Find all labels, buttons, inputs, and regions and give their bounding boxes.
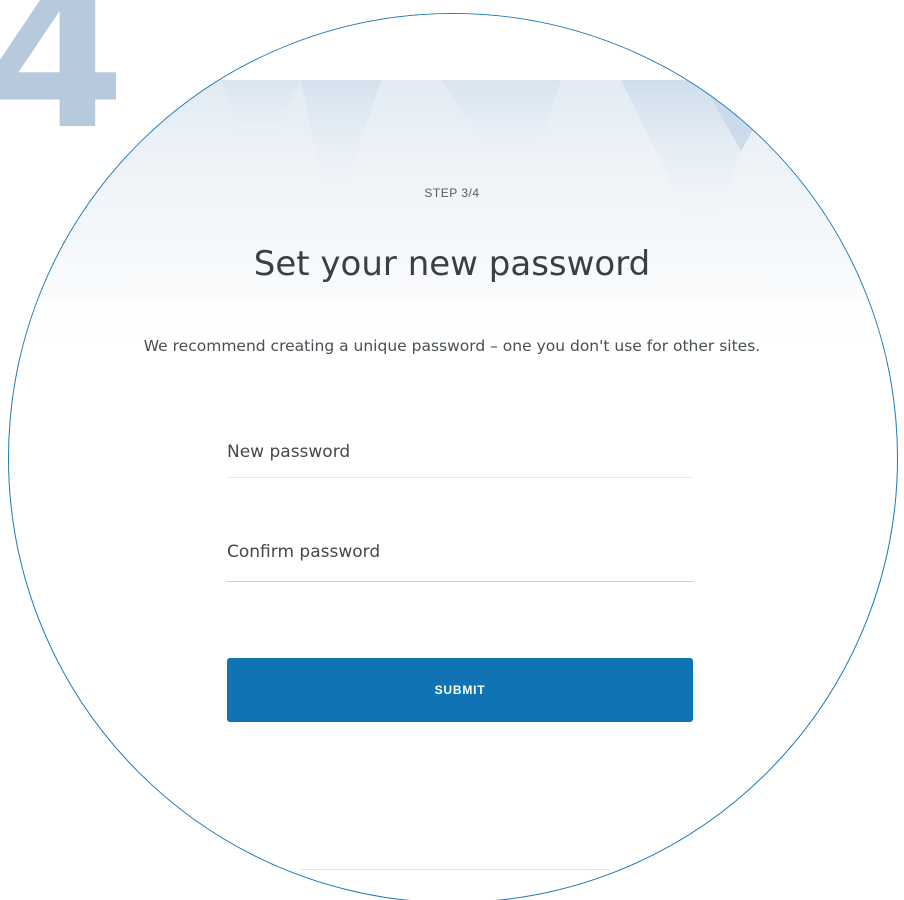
step-indicator: STEP 3/4 [424, 186, 480, 200]
page: 4 STEP 3/4 Set y [0, 0, 904, 900]
submit-button[interactable]: SUBMIT [227, 658, 693, 722]
confirm-password-field [227, 537, 693, 582]
page-title: Set your new password [253, 244, 651, 284]
confirm-password-underline [227, 581, 693, 582]
page-subtitle: We recommend creating a unique password … [143, 337, 761, 355]
new-password-underline [227, 477, 693, 478]
new-password-input[interactable] [227, 437, 693, 467]
new-password-field [227, 437, 693, 478]
confirm-password-input[interactable] [227, 537, 693, 567]
footer-divider [300, 869, 610, 870]
